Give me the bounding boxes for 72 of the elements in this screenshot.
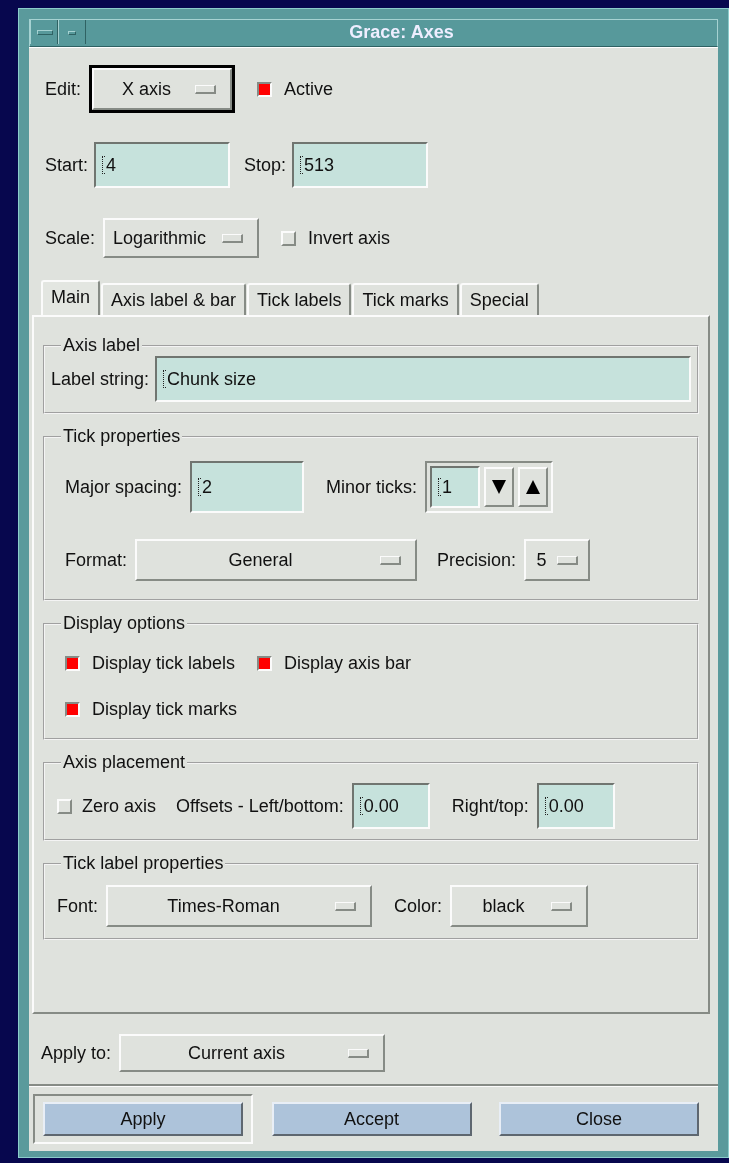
push-button[interactable]: Close bbox=[499, 1101, 699, 1136]
checkbox-label: Invert axis bbox=[308, 227, 391, 249]
text-cursor-icon bbox=[102, 156, 105, 174]
menu-indicator-icon bbox=[380, 555, 401, 565]
text-cursor-icon bbox=[359, 797, 363, 815]
option-menu[interactable]: General bbox=[135, 539, 417, 581]
checkbox-label: Active bbox=[284, 78, 334, 100]
tab[interactable]: Tick labels bbox=[247, 283, 352, 315]
push-button[interactable]: Accept bbox=[271, 1101, 472, 1136]
down-arrow-button[interactable] bbox=[484, 467, 515, 507]
up-arrow-icon bbox=[526, 480, 541, 494]
field-label: Format: bbox=[65, 549, 127, 571]
spin-box[interactable]: 1 bbox=[425, 461, 554, 513]
option-menu[interactable]: Current axis bbox=[119, 1034, 386, 1072]
menu-indicator-icon bbox=[335, 901, 357, 911]
field-label: Start: bbox=[45, 154, 88, 176]
checkbox[interactable] bbox=[65, 655, 80, 671]
field-label: Offsets - Left/bottom: bbox=[176, 795, 344, 817]
option-menu[interactable]: X axis bbox=[92, 68, 233, 110]
menu-indicator-icon bbox=[557, 555, 579, 565]
field-label: Precision: bbox=[437, 549, 517, 571]
menu-indicator-icon bbox=[551, 901, 573, 911]
window-menu-button[interactable] bbox=[30, 20, 58, 44]
group-title: Tick properties bbox=[62, 426, 182, 447]
minimize-button[interactable] bbox=[58, 20, 86, 44]
field-label: Scale: bbox=[45, 227, 96, 249]
text-field[interactable]: 2 bbox=[190, 461, 305, 513]
field-label: Right/top: bbox=[451, 795, 529, 817]
text-cursor-icon bbox=[544, 797, 548, 815]
field-label: Stop: bbox=[244, 154, 287, 176]
checkbox-label: Display axis bar bbox=[284, 652, 412, 674]
group-title: Tick label properties bbox=[62, 853, 225, 874]
field-label: Label string: bbox=[51, 368, 150, 390]
tab[interactable]: Special bbox=[459, 283, 539, 315]
window-title: Grace: Axes bbox=[348, 21, 455, 44]
checkbox-label: Display tick marks bbox=[92, 698, 238, 720]
menu-indicator-icon bbox=[222, 233, 244, 243]
menu-indicator-icon bbox=[195, 84, 217, 94]
text-field[interactable]: 0.00 bbox=[351, 783, 430, 829]
field-label: Minor ticks: bbox=[326, 476, 418, 498]
group-title: Axis placement bbox=[62, 752, 187, 773]
text-cursor-icon bbox=[300, 156, 304, 174]
option-menu[interactable]: Times-Roman bbox=[106, 885, 373, 927]
checkbox-label: Zero axis bbox=[82, 795, 157, 817]
field-label: Major spacing: bbox=[65, 476, 183, 498]
field-label: Apply to: bbox=[41, 1042, 112, 1064]
field-label: Edit: bbox=[45, 78, 82, 100]
text-field[interactable]: 4 bbox=[94, 142, 230, 188]
text-cursor-icon bbox=[198, 478, 202, 496]
field-label: Font: bbox=[57, 895, 99, 917]
text-field[interactable]: 513 bbox=[292, 142, 429, 188]
tab[interactable]: Axis label & bar bbox=[101, 283, 247, 315]
up-arrow-button[interactable] bbox=[518, 467, 549, 507]
field-label: Color: bbox=[394, 895, 443, 917]
tab[interactable]: Tick marks bbox=[352, 283, 459, 315]
text-cursor-icon bbox=[438, 478, 442, 496]
option-menu[interactable]: Logarithmic bbox=[103, 218, 260, 258]
option-menu[interactable]: 5 bbox=[524, 539, 591, 581]
text-field[interactable]: 0.00 bbox=[536, 783, 615, 829]
text-field[interactable]: Chunk size bbox=[155, 356, 691, 402]
tab[interactable]: Main bbox=[41, 280, 100, 315]
group-title: Display options bbox=[62, 613, 187, 634]
text-cursor-icon bbox=[163, 370, 167, 388]
menu-indicator-icon bbox=[348, 1048, 370, 1058]
option-menu[interactable]: black bbox=[450, 885, 589, 927]
checkbox[interactable] bbox=[257, 655, 273, 671]
push-button[interactable]: Apply bbox=[43, 1101, 243, 1136]
checkbox[interactable] bbox=[257, 81, 273, 97]
checkbox-label: Display tick labels bbox=[92, 652, 236, 674]
text-field[interactable]: 1 bbox=[430, 466, 481, 508]
group-title: Axis label bbox=[62, 335, 142, 356]
checkbox[interactable] bbox=[65, 701, 80, 717]
